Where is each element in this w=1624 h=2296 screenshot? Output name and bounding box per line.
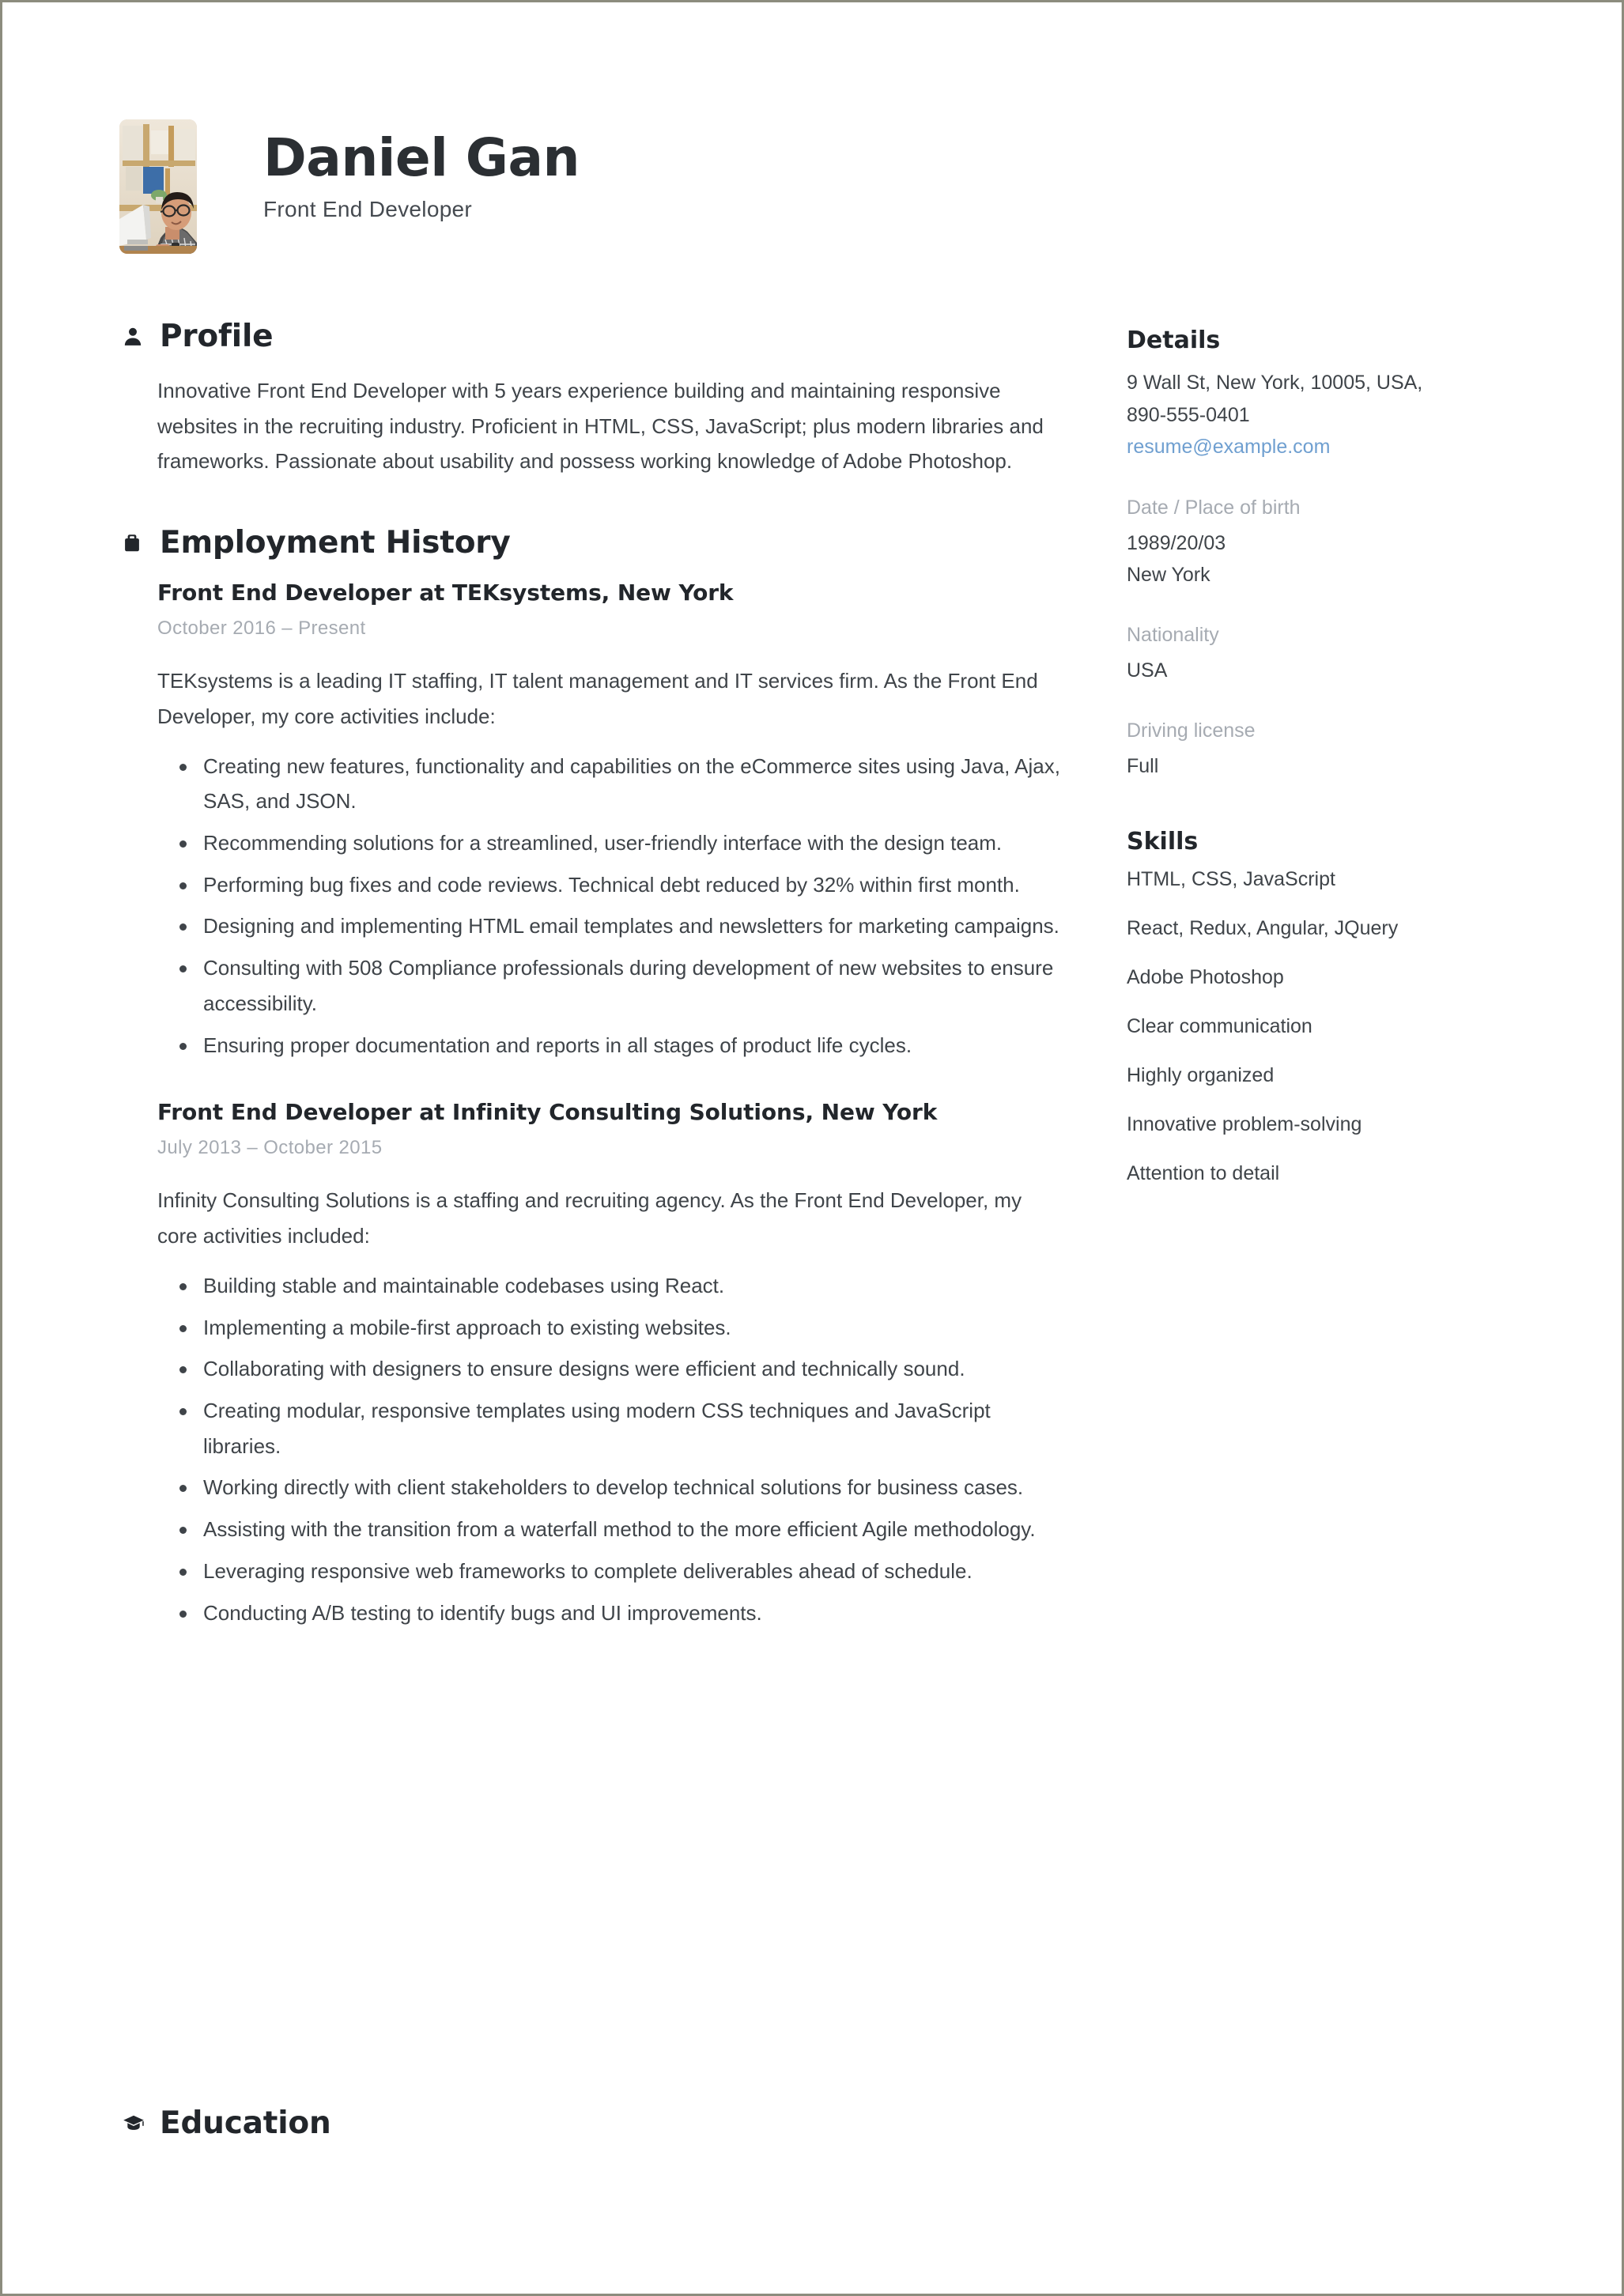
graduation-cap-icon (123, 2109, 149, 2138)
skill-item: Attention to detail (1127, 1161, 1280, 1184)
sidebar-title-details: Details (1127, 327, 1221, 354)
detail-value: New York (1127, 563, 1210, 586)
section-title-education: Education (160, 2105, 331, 2141)
employment-entry-bullets: Building stable and maintainable codebas… (157, 1268, 1063, 1630)
detail-group-driving-license: Driving license Full (1127, 719, 1538, 782)
detail-phone: 890-555-0401 (1127, 403, 1250, 426)
skill-item: HTML, CSS, JavaScript (1127, 867, 1335, 890)
section-title-employment: Employment History (160, 525, 511, 561)
skill-item: Clear communication (1127, 1014, 1312, 1037)
detail-value: USA (1127, 659, 1168, 682)
main-column: Profile Innovative Front End Developer w… (123, 319, 1063, 1638)
resume-page: Daniel Gan Front End Developer Profile I… (0, 0, 1624, 2296)
sidebar-title-skills: Skills (1127, 827, 1199, 855)
list-item: Collaborating with designers to ensure d… (157, 1351, 1063, 1387)
detail-label: Driving license (1127, 719, 1256, 742)
list-item: Creating modular, responsive templates u… (157, 1393, 1063, 1463)
list-item: Leveraging responsive web frameworks to … (157, 1554, 1063, 1589)
section-body-profile: Innovative Front End Developer with 5 ye… (123, 373, 1063, 479)
section-profile: Profile Innovative Front End Developer w… (123, 319, 1063, 479)
employment-entry: Front End Developer at TEKsystems, New Y… (157, 580, 1063, 1063)
detail-label: Nationality (1127, 623, 1219, 646)
list-item: Designing and implementing HTML email te… (157, 908, 1063, 944)
list-item: Performing bug fixes and code reviews. T… (157, 867, 1063, 903)
job-title-subheading: Front End Developer (263, 197, 473, 221)
detail-value: 1989/20/03 (1127, 531, 1226, 554)
employment-entry-dates: October 2016 – Present (157, 617, 366, 640)
employment-entry-bullets: Creating new features, functionality and… (157, 749, 1063, 1063)
list-item: Conducting A/B testing to identify bugs … (157, 1595, 1063, 1631)
section-title-profile: Profile (160, 319, 274, 354)
page-title: Daniel Gan (263, 127, 580, 188)
sidebar: Details 9 Wall St, New York, 10005, USA,… (1127, 327, 1538, 1211)
resume-header: Daniel Gan Front End Developer (119, 119, 580, 254)
list-item: Implementing a mobile-first approach to … (157, 1310, 1063, 1346)
detail-value: Full (1127, 754, 1159, 777)
employment-entry-dates: July 2013 – October 2015 (157, 1137, 383, 1159)
profile-summary-text: Innovative Front End Developer with 5 ye… (157, 379, 1044, 474)
list-item: Building stable and maintainable codebas… (157, 1268, 1063, 1304)
employment-entry-description: TEKsystems is a leading IT staffing, IT … (157, 669, 1038, 728)
detail-address: 9 Wall St, New York, 10005, USA, (1127, 372, 1423, 394)
section-employment-history: Employment History Front End Developer a… (123, 525, 1063, 1630)
employment-entry-title: Front End Developer at TEKsystems, New Y… (157, 580, 734, 606)
list-item: Consulting with 508 Compliance professio… (157, 950, 1063, 1021)
employment-entry-description: Infinity Consulting Solutions is a staff… (157, 1188, 1022, 1248)
avatar (119, 119, 197, 254)
skill-item: Innovative problem-solving (1127, 1112, 1362, 1135)
sidebar-details-block: Details 9 Wall St, New York, 10005, USA,… (1127, 327, 1538, 463)
skill-item: Adobe Photoshop (1127, 965, 1284, 988)
detail-group-nationality: Nationality USA (1127, 624, 1538, 686)
detail-email-link[interactable]: resume@example.com (1127, 431, 1330, 463)
employment-entry: Front End Developer at Infinity Consulti… (157, 1099, 1063, 1630)
detail-label: Date / Place of birth (1127, 496, 1301, 519)
employment-entry-title: Front End Developer at Infinity Consulti… (157, 1099, 938, 1126)
skill-item: React, Redux, Angular, JQuery (1127, 916, 1399, 939)
list-item: Working directly with client stakeholder… (157, 1470, 1063, 1505)
section-header-profile: Profile (123, 319, 1063, 354)
section-header-employment: Employment History (123, 525, 1063, 561)
list-item: Creating new features, functionality and… (157, 749, 1063, 819)
section-header-education: Education (123, 2105, 1063, 2141)
briefcase-icon (123, 529, 149, 557)
detail-group-birth: Date / Place of birth 1989/20/03 New Yor… (1127, 497, 1538, 591)
section-education: Education (123, 2105, 1063, 2141)
person-icon (123, 323, 149, 351)
header-text-block: Daniel Gan Front End Developer (263, 119, 580, 222)
list-item: Recommending solutions for a streamlined… (157, 825, 1063, 861)
sidebar-skills-block: Skills HTML, CSS, JavaScript React, Redu… (1127, 828, 1538, 1185)
skill-item: Highly organized (1127, 1063, 1275, 1086)
list-item: Assisting with the transition from a wat… (157, 1512, 1063, 1547)
list-item: Ensuring proper documentation and report… (157, 1028, 1063, 1063)
section-body-employment: Front End Developer at TEKsystems, New Y… (123, 580, 1063, 1630)
